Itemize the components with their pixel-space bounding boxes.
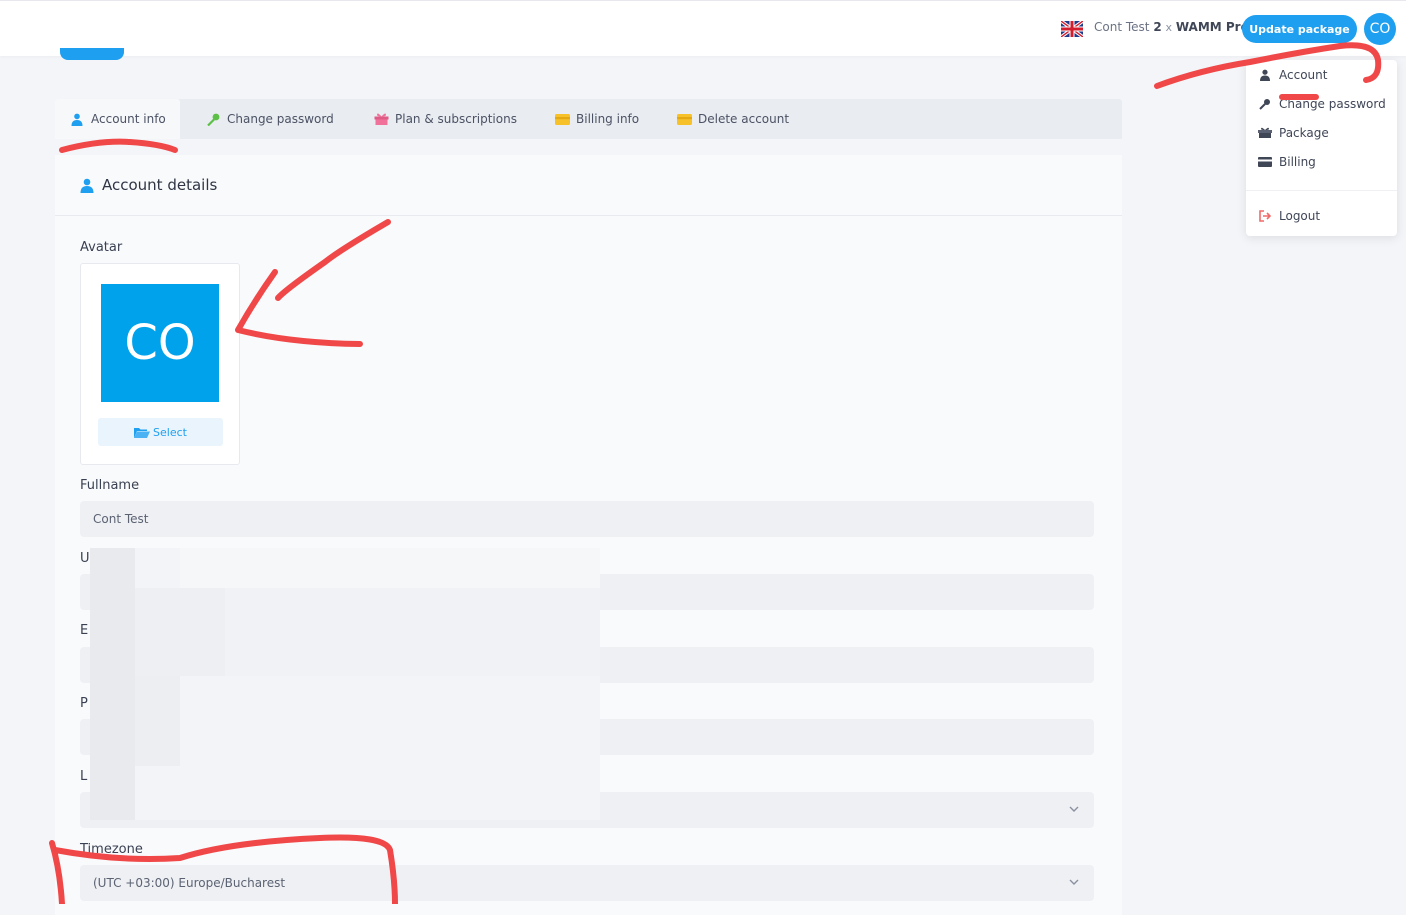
tab-label: Billing info: [576, 112, 640, 126]
card-title: Account details: [102, 176, 218, 194]
dropdown-item-label: Change password: [1279, 97, 1386, 111]
user-plan-info: Cont Test 2 x WAMM Pro: [1094, 20, 1249, 34]
user-avatar-button[interactable]: CO: [1364, 13, 1396, 45]
avatar-image: CO: [101, 284, 219, 402]
tab-delete-account[interactable]: Delete account: [676, 99, 789, 139]
redaction-block: [90, 548, 135, 820]
redaction-block: [135, 676, 180, 766]
key-icon: [1258, 97, 1272, 111]
tab-change-password[interactable]: Change password: [205, 99, 334, 139]
plan-multiplier: x: [1165, 21, 1173, 34]
plan-count: 2: [1153, 20, 1162, 34]
account-tabs: Account info Change password Plan & subs…: [55, 99, 1122, 139]
fullname-label: Fullname: [80, 478, 140, 493]
dropdown-item-change-password[interactable]: Change password: [1258, 94, 1386, 114]
annotation-underline-tab: [59, 138, 178, 153]
tab-label: Plan & subscriptions: [395, 112, 517, 126]
hidden-field-label-2: E: [80, 623, 89, 638]
timezone-label: Timezone: [80, 842, 143, 857]
avatar-box: CO Select: [80, 263, 240, 465]
logout-icon: [1258, 209, 1272, 223]
folder-icon: [134, 427, 151, 438]
chevron-down-icon: [1069, 879, 1079, 885]
dropdown-item-account[interactable]: Account: [1258, 65, 1327, 85]
dropdown-item-label: Account: [1279, 68, 1328, 82]
dropdown-divider: [1246, 190, 1397, 191]
tab-billing-info[interactable]: Billing info: [554, 99, 639, 139]
card-icon: [554, 111, 570, 127]
card-icon: [676, 111, 692, 127]
user-icon: [80, 178, 94, 193]
gift-icon: [1258, 126, 1272, 140]
fullname-input[interactable]: Cont Test: [80, 501, 1094, 537]
hidden-field-label-3: P: [80, 696, 88, 711]
top-header: Cont Test 2 x WAMM Pro Update package CO: [0, 0, 1406, 56]
dropdown-item-logout[interactable]: Logout: [1258, 206, 1320, 226]
user-icon: [1258, 68, 1272, 82]
timezone-select[interactable]: (UTC +03:00) Europe/Bucharest: [80, 865, 1094, 901]
dropdown-item-billing[interactable]: Billing: [1258, 152, 1316, 172]
hidden-field-label-4: L: [80, 769, 88, 784]
update-package-button[interactable]: Update package: [1242, 15, 1357, 43]
gift-icon: [373, 111, 389, 127]
tab-label: Delete account: [698, 112, 790, 126]
uk-flag-icon[interactable]: [1061, 21, 1083, 37]
account-dropdown-menu: Account Change password Package Billing …: [1246, 60, 1397, 236]
select-avatar-button[interactable]: Select: [98, 418, 223, 446]
chevron-down-icon: [1069, 806, 1079, 812]
user-name: Cont Test: [1094, 20, 1150, 34]
dropdown-item-label: Package: [1279, 126, 1329, 140]
tab-plan-subscriptions[interactable]: Plan & subscriptions: [373, 99, 517, 139]
dropdown-item-label: Billing: [1279, 155, 1316, 169]
select-button-label: Select: [153, 425, 187, 439]
dropdown-item-label: Logout: [1279, 209, 1321, 223]
avatar-label: Avatar: [80, 240, 123, 255]
tab-account-info[interactable]: Account info: [55, 99, 180, 139]
card-header: Account details: [55, 155, 1122, 216]
redaction-block: [135, 588, 225, 676]
blue-tab-peek: [60, 48, 124, 60]
redaction-block: [180, 548, 600, 588]
tab-label: Account info: [91, 112, 166, 126]
user-icon: [69, 111, 85, 127]
timezone-value: (UTC +03:00) Europe/Bucharest: [93, 876, 286, 890]
tab-label: Change password: [227, 112, 334, 126]
hidden-field-label-1: U: [80, 551, 90, 566]
key-icon: [205, 111, 221, 127]
dropdown-item-package[interactable]: Package: [1258, 123, 1329, 143]
redaction-block: [225, 588, 600, 676]
plan-name: WAMM Pro: [1175, 20, 1249, 34]
card-icon: [1258, 155, 1272, 169]
